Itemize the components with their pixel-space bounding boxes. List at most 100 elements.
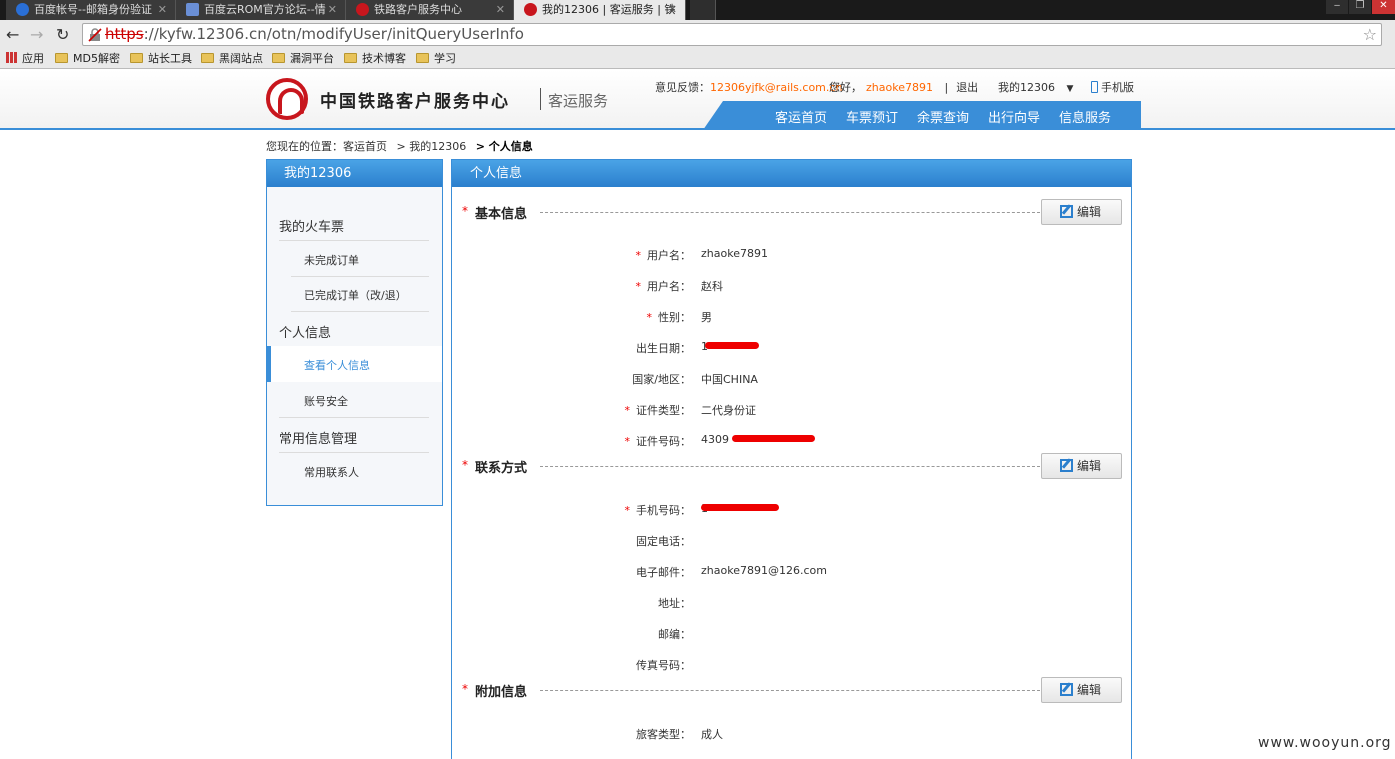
passenger-type-value: 成人 (701, 728, 723, 741)
sidebar-item-contacts[interactable]: 常用联系人 (304, 464, 359, 480)
phone-icon (1091, 81, 1098, 93)
main-nav: 客运首页 车票预订 余票查询 出行向导 信息服务 (703, 101, 1141, 130)
browser-tab-1[interactable]: 百度帐号--邮箱身份验证 ✕ (6, 0, 176, 20)
sidebar-group-tickets[interactable]: 我的火车票 (279, 216, 344, 235)
address-bar[interactable]: https://kyfw.12306.cn/otn/modifyUser/ini… (82, 23, 1382, 46)
feedback-label: 意见反馈： (655, 81, 710, 94)
folder-icon (55, 53, 68, 63)
redaction-mark (705, 342, 759, 349)
sidebar-item-finished-orders[interactable]: 已完成订单（改/退） (304, 287, 407, 303)
close-tab-icon[interactable]: ✕ (668, 0, 677, 19)
bookmark-label: 学习 (434, 52, 456, 65)
folder-icon (201, 53, 214, 63)
username-link[interactable]: zhaoke7891 (866, 81, 933, 94)
mobile-link[interactable]: 手机版 (1091, 79, 1134, 95)
forward-icon[interactable]: → (30, 25, 43, 44)
railway-logo-icon[interactable] (266, 78, 308, 120)
breadcrumb-current: > 个人信息 (475, 140, 533, 153)
field-label: 传真号码： (636, 659, 691, 672)
logout-link[interactable]: 退出 (956, 81, 978, 94)
browser-tab-4[interactable]: 我的12306 | 客运服务 | 铁 ✕ (514, 0, 686, 20)
field-label: * 证件类型： (624, 404, 692, 417)
close-window-icon[interactable]: ✕ (1372, 0, 1395, 14)
edit-label: 编辑 (1077, 459, 1102, 473)
bookmark-vuln-platform[interactable]: 漏洞平台 (272, 51, 334, 67)
edit-basic-info-button[interactable]: 编辑 (1041, 199, 1122, 225)
bookmark-apps[interactable]: 应用 (6, 51, 44, 67)
edit-label: 编辑 (1077, 205, 1102, 219)
feedback: 意见反馈：12306yjfk@rails.com.cn (655, 79, 842, 95)
apps-grid-icon (6, 52, 17, 63)
url-text: https://kyfw.12306.cn/otn/modifyUser/ini… (105, 24, 524, 45)
divider (279, 452, 429, 453)
bookmark-star-icon[interactable]: ☆ (1363, 24, 1377, 45)
edit-contact-button[interactable]: 编辑 (1041, 453, 1122, 479)
required-marker: * (462, 458, 468, 472)
breadcrumb-my12306[interactable]: > 我的12306 (397, 140, 467, 153)
back-icon[interactable]: ← (6, 25, 19, 44)
tab-title: 百度帐号--邮箱身份验证 (34, 3, 152, 16)
new-tab-button[interactable] (690, 0, 716, 20)
feedback-email-link[interactable]: 12306yjfk@rails.com.cn (710, 81, 842, 94)
nav-travel-guide[interactable]: 出行向导 (988, 107, 1040, 126)
sidebar-item-unfinished-orders[interactable]: 未完成订单 (304, 252, 359, 268)
restore-icon[interactable]: ❐ (1349, 0, 1371, 14)
sidebar-title: 我的12306 (267, 160, 442, 187)
field-label: 旅客类型： (636, 728, 691, 741)
close-tab-icon[interactable]: ✕ (158, 0, 167, 19)
bookmark-tech-blog[interactable]: 技术博客 (344, 51, 406, 67)
bookmark-label: 漏洞平台 (290, 52, 334, 65)
bookmarks-bar: 应用 MD5解密 站长工具 黑阔站点 漏洞平台 技术博客 学习 (0, 49, 1395, 69)
divider (540, 88, 541, 110)
nav-booking[interactable]: 车票预订 (846, 107, 898, 126)
site-subtitle: 客运服务 (548, 92, 609, 110)
minimize-icon[interactable]: ‒ (1326, 0, 1348, 14)
my12306-label: 我的12306 (998, 81, 1055, 94)
watermark: www.wooyun.org (1258, 735, 1392, 751)
browser-tab-2[interactable]: 百度云ROM官方论坛--情 ✕ (176, 0, 346, 20)
bookmark-md5[interactable]: MD5解密 (55, 51, 120, 67)
edit-icon (1060, 683, 1073, 696)
divider (291, 311, 429, 312)
section-title: 附加信息 (475, 685, 528, 700)
railway-favicon-icon (524, 3, 537, 16)
gender-value: 男 (701, 311, 712, 324)
bookmark-study[interactable]: 学习 (416, 51, 456, 67)
close-tab-icon[interactable]: ✕ (328, 0, 337, 19)
redaction-mark (701, 504, 779, 511)
field-label: 固定电话： (636, 535, 691, 548)
folder-icon (272, 53, 285, 63)
section-title: 联系方式 (475, 461, 528, 476)
nav-home[interactable]: 客运首页 (775, 107, 827, 126)
browser-tab-3[interactable]: 铁路客户服务中心 ✕ (346, 0, 514, 20)
username-value: zhaoke7891 (701, 247, 768, 260)
close-tab-icon[interactable]: ✕ (496, 0, 505, 19)
url-path: ://kyfw.12306.cn/otn/modifyUser/initQuer… (143, 25, 524, 43)
divider (540, 466, 1040, 467)
sidebar-item-view-profile[interactable]: 查看个人信息 (267, 346, 442, 382)
bookmark-webmaster-tools[interactable]: 站长工具 (130, 51, 192, 67)
id-number-value: 4309 (701, 433, 729, 446)
section-contact: * 联系方式 编辑 (462, 453, 1122, 479)
panel-title: 个人信息 (452, 160, 1131, 187)
sidebar-item-account-security[interactable]: 账号安全 (304, 393, 348, 409)
sidebar-group-personal-info[interactable]: 个人信息 (279, 322, 331, 341)
folder-icon (344, 53, 357, 63)
nav-ticket-query[interactable]: 余票查询 (917, 107, 969, 126)
country-value: 中国CHINA (701, 373, 758, 386)
divider (279, 240, 429, 241)
edit-additional-info-button[interactable]: 编辑 (1041, 677, 1122, 703)
section-basic-info: * 基本信息 编辑 (462, 199, 1122, 225)
sidebar-group-common-info[interactable]: 常用信息管理 (279, 428, 357, 447)
personal-info-panel: 个人信息 * 基本信息 编辑 * 用户名： zhaoke7891 * 用户名： 赵科… (451, 159, 1132, 759)
browser-toolbar: ← → ↻ https://kyfw.12306.cn/otn/modifyUs… (0, 20, 1395, 49)
my12306-menu[interactable]: 我的12306 ▼ (998, 79, 1073, 95)
required-marker: * (462, 682, 468, 696)
section-title: 基本信息 (475, 207, 528, 222)
nav-info-service[interactable]: 信息服务 (1059, 107, 1111, 126)
divider: | (944, 81, 949, 94)
reload-icon[interactable]: ↻ (56, 25, 69, 44)
bookmark-label: 站长工具 (148, 52, 192, 65)
bookmark-hacker-sites[interactable]: 黑阔站点 (201, 51, 263, 67)
breadcrumb-home[interactable]: 客运首页 (343, 140, 387, 153)
